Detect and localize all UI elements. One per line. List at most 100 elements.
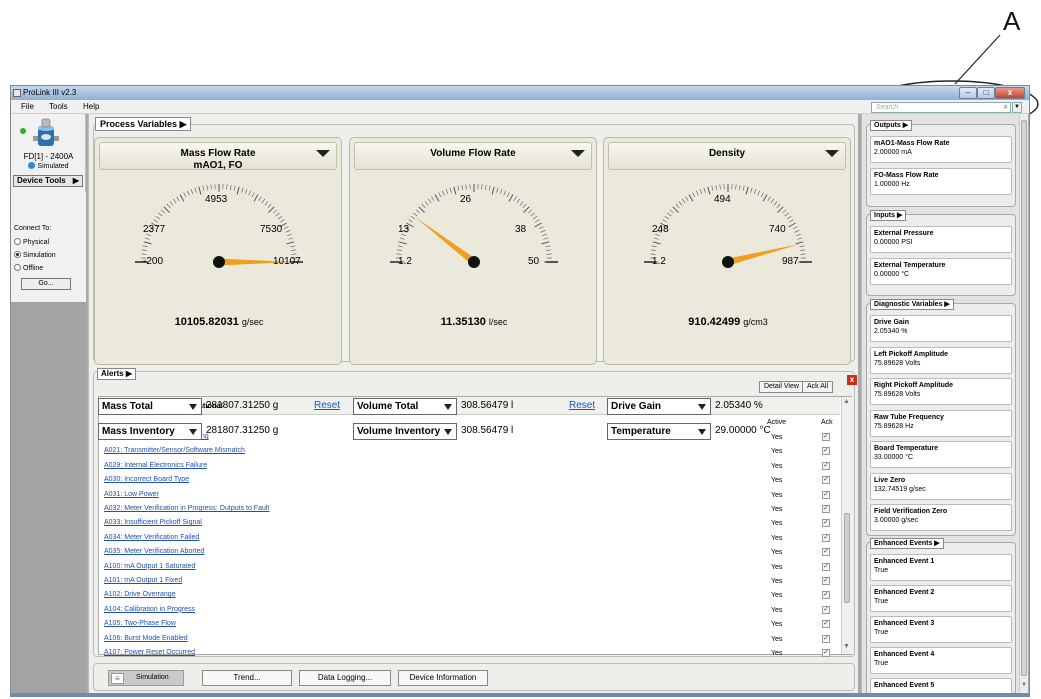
scroll-down-icon[interactable]: ▼ — [1021, 682, 1027, 688]
gauge-title-selector[interactable]: Mass Flow Rate mAO1, FO — [99, 142, 337, 171]
gauge-unit: g/sec — [241, 317, 264, 327]
inputs-header[interactable]: Inputs ▶ — [870, 210, 907, 221]
alert-link[interactable]: A033: Insufficient Pickoff Signal — [104, 519, 202, 526]
menu-file[interactable]: File — [21, 102, 34, 111]
reset-link[interactable]: Reset — [314, 400, 340, 411]
gauge-tick — [438, 192, 442, 198]
ack-checkbox[interactable]: ✓ — [822, 490, 830, 499]
reset-link[interactable]: Reset — [569, 400, 595, 411]
alerts-header[interactable]: Alerts ▶ — [97, 368, 137, 380]
alert-link[interactable]: A032: Meter Verification in Progress: Ou… — [104, 505, 269, 512]
ack-checkbox[interactable]: ✓ — [822, 447, 830, 456]
trend-button[interactable]: Trend... — [202, 670, 292, 686]
data-logging-button[interactable]: Data Logging... — [299, 670, 391, 686]
input-item: External Pressure 0.00000 PSI — [870, 226, 1012, 253]
gauge-title-selector[interactable]: Density — [608, 142, 846, 170]
variable-select[interactable]: Mass Total — [98, 398, 202, 415]
ack-checkbox[interactable]: ✓ — [822, 591, 830, 600]
gauge-tick — [481, 184, 483, 190]
ack-checkbox[interactable]: ✓ — [822, 519, 830, 528]
scroll-thumb[interactable] — [844, 513, 850, 603]
gauge-value: 10105.82031 — [174, 316, 239, 328]
gauge-tick — [176, 196, 180, 201]
variable-select[interactable]: Temperature — [607, 423, 711, 440]
scroll-thumb[interactable] — [1021, 120, 1027, 676]
alert-link[interactable]: A034: Meter Verification Failed — [104, 534, 199, 541]
gauge-tick — [796, 233, 801, 237]
alert-link[interactable]: A035: Meter Verification Aborted — [104, 548, 204, 555]
gauge-tick — [283, 226, 289, 230]
alert-link[interactable]: A101: mA Output 1 Fixed — [104, 577, 182, 584]
search-dropdown-button[interactable]: ▼ — [1012, 102, 1022, 113]
alert-link[interactable]: A102: Drive Overrange — [104, 591, 176, 598]
radio-simulation[interactable]: Simulation — [14, 251, 56, 259]
ack-checkbox[interactable]: ✓ — [822, 620, 830, 629]
diagnostic-variables-header[interactable]: Diagnostic Variables ▶ — [870, 299, 954, 310]
ack-checkbox[interactable]: ✓ — [822, 533, 830, 542]
device-tools-button[interactable]: Device Tools ▶ — [13, 175, 83, 187]
variable-select[interactable]: Drive Gain — [607, 398, 711, 415]
alert-link[interactable]: A021: Transmitter/Sensor/Software Mismat… — [104, 447, 245, 454]
maximize-button[interactable]: □ — [977, 87, 995, 99]
ack-checkbox[interactable]: ✓ — [822, 577, 830, 585]
variable-select[interactable]: Volume Inventory — [353, 423, 457, 440]
gauge-tick — [789, 219, 794, 223]
close-alerts-icon[interactable]: x — [847, 375, 857, 385]
radio-offline[interactable]: Offline — [14, 264, 43, 272]
right-pane-scrollbar[interactable]: ▼ — [1019, 114, 1028, 693]
menu-tools[interactable]: Tools — [49, 102, 68, 111]
alert-active: Yes — [771, 448, 783, 456]
scroll-down-icon[interactable]: ▼ — [843, 643, 850, 650]
gauge-tick — [461, 184, 463, 190]
ack-checkbox[interactable]: ✓ — [822, 476, 830, 485]
ack-all-button[interactable]: Ack All — [802, 381, 834, 393]
enhanced-events-header[interactable]: Enhanced Events ▶ — [870, 538, 944, 549]
title-bar: ProLink III v2.3 – □ x — [11, 86, 1029, 100]
ack-checkbox[interactable]: ✓ — [822, 605, 830, 614]
gauge-tick — [408, 219, 413, 223]
minimize-button[interactable]: – — [959, 87, 977, 99]
alert-link[interactable]: A031: Low Power — [104, 491, 159, 498]
gauge-tick — [735, 184, 737, 190]
alert-link[interactable]: A107: Power Reset Occurred — [104, 649, 195, 656]
alert-link[interactable]: A106: Burst Mode Enabled — [104, 635, 188, 642]
alert-link[interactable]: A030: Incorrect Board Type — [104, 476, 189, 483]
ack-checkbox[interactable]: ✓ — [822, 548, 830, 557]
ack-checkbox[interactable]: ✓ — [822, 505, 830, 513]
alert-link[interactable]: A105: Two-Phase Flow — [104, 620, 176, 627]
ack-checkbox[interactable]: ✓ — [822, 634, 830, 643]
go-button[interactable]: Go... — [21, 278, 71, 290]
gauge-tick — [396, 249, 402, 251]
close-button[interactable]: x — [995, 87, 1025, 99]
ack-checkbox[interactable]: ✓ — [822, 649, 830, 657]
search-icon[interactable]: ⌕ — [1004, 102, 1008, 112]
detail-view-button[interactable]: Detail View — [759, 381, 804, 393]
menu-help[interactable]: Help — [83, 102, 99, 111]
ack-checkbox[interactable]: ✓ — [822, 461, 830, 470]
dropdown-arrow-icon — [571, 150, 585, 157]
gauge-tick — [532, 215, 538, 220]
enhanced-event-item: Enhanced Event 3 True — [870, 616, 1012, 643]
gauge-tick — [248, 190, 251, 196]
process-variables-header[interactable]: Process Variables ▶ — [95, 117, 192, 131]
search-input[interactable]: Search ⌕ — [871, 102, 1011, 113]
gauge-tick — [508, 194, 514, 202]
gauge-tick — [776, 203, 781, 209]
gauge-tick — [530, 212, 535, 217]
outputs-header[interactable]: Outputs ▶ — [870, 120, 913, 131]
connection-status-icon — [20, 128, 26, 134]
alert-link[interactable]: A029: Internal Electronics Failure — [104, 462, 207, 469]
gauge-panel: Mass Flow Rate mAO1, FO -200 10107 2377 4953 7… — [94, 137, 342, 365]
alert-link[interactable]: A100: mA Output 1 Saturated — [104, 563, 195, 570]
alert-link[interactable]: A104: Calibration in Progress — [104, 606, 195, 613]
gauge-tick — [715, 184, 717, 190]
gauge-tick — [194, 187, 197, 193]
variable-row: Mass Total 281807.31250 g Reset — [98, 398, 344, 415]
device-information-button[interactable]: Device Information — [398, 670, 488, 686]
ack-checkbox[interactable]: ✓ — [822, 562, 830, 571]
gauge-title-selector[interactable]: Volume Flow Rate — [354, 142, 592, 170]
gauge-tick — [522, 203, 527, 209]
variable-select[interactable]: Mass Inventory — [98, 423, 202, 440]
radio-physical[interactable]: Physical — [14, 238, 49, 246]
variable-select[interactable]: Volume Total — [353, 398, 457, 415]
